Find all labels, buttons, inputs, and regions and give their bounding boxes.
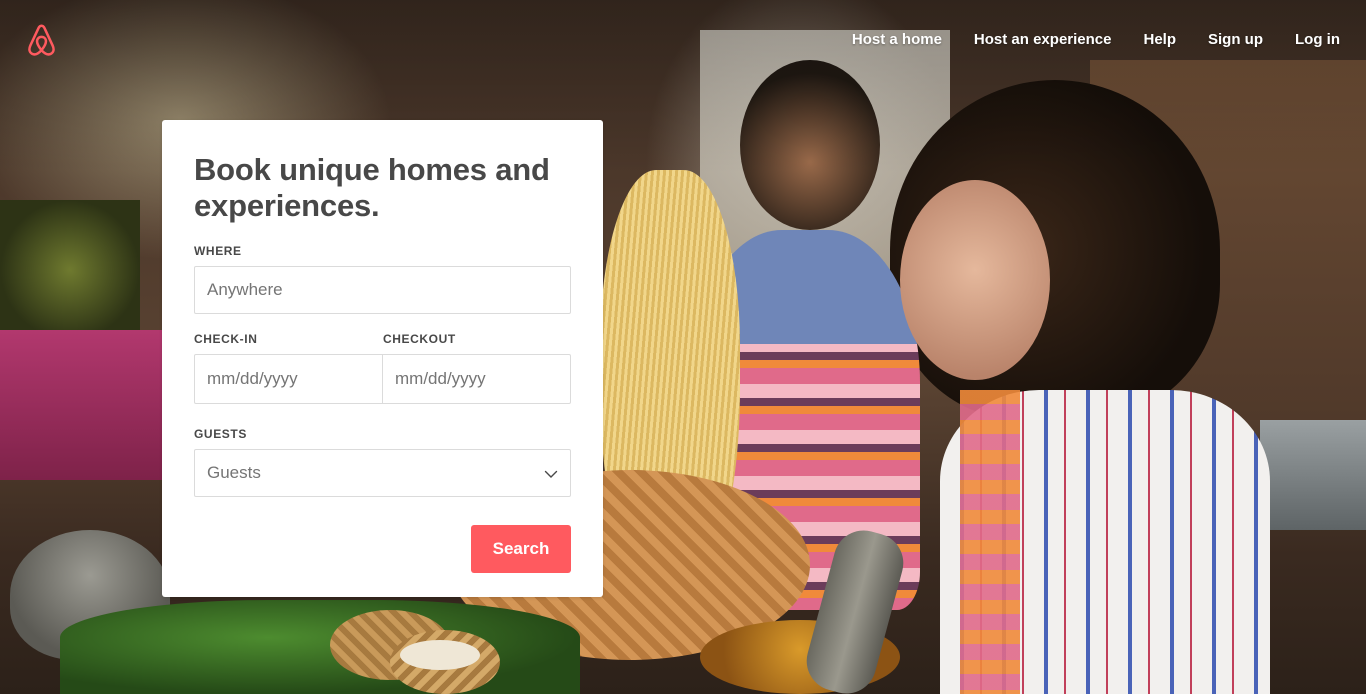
checkin-group: Check-in — [194, 332, 383, 404]
dates-row: Check-in Checkout — [194, 332, 571, 404]
top-nav: Host a home Host an experience Help Sign… — [820, 30, 1340, 50]
checkout-label: Checkout — [383, 332, 456, 346]
guests-select[interactable]: Guests — [194, 449, 571, 497]
nav-log-in[interactable]: Log in — [1295, 30, 1340, 50]
checkout-group: Checkout — [383, 332, 571, 404]
booking-title: Book unique homes and experiences. — [194, 152, 550, 223]
nav-host-an-experience[interactable]: Host an experience — [974, 30, 1112, 50]
nav-sign-up[interactable]: Sign up — [1208, 30, 1263, 50]
checkin-label: Check-in — [194, 332, 258, 346]
nav-host-a-home[interactable]: Host a home — [852, 30, 942, 50]
checkin-input[interactable] — [194, 354, 383, 404]
booking-card: Book unique homes and experiences. Where… — [162, 120, 603, 597]
checkout-input[interactable] — [383, 354, 571, 404]
airbnb-logo-icon[interactable] — [26, 24, 57, 57]
chevron-down-icon — [544, 470, 558, 478]
where-label: Where — [194, 244, 242, 258]
guests-selected-value: Guests — [207, 463, 261, 482]
search-button[interactable]: Search — [471, 525, 571, 573]
nav-help[interactable]: Help — [1143, 30, 1176, 50]
guests-label: Guests — [194, 427, 247, 441]
where-input[interactable] — [194, 266, 571, 314]
